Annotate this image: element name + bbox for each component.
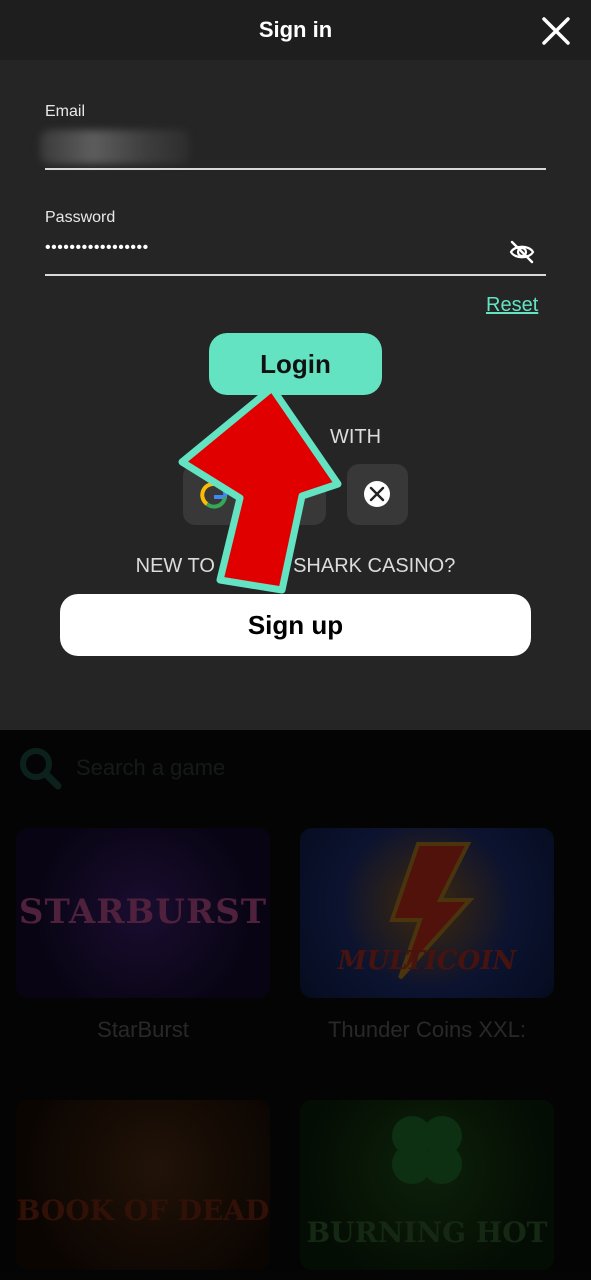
close-icon (542, 17, 570, 45)
email-field[interactable] (40, 130, 190, 164)
game-art-label: BURNING HOT (306, 1216, 548, 1249)
game-card-thunder-coins[interactable]: MULTICOIN (300, 828, 554, 998)
password-underline (45, 274, 546, 276)
x-login-button[interactable] (347, 464, 408, 525)
google-icon (200, 482, 228, 509)
sign-in-modal: Sign in Email Password •••••••••••••••••… (0, 0, 591, 730)
x-logo-icon (364, 481, 390, 507)
game-title: Thunder Coins XXL: (327, 1017, 527, 1042)
close-button[interactable] (537, 12, 575, 50)
game-title: StarBurst (97, 1017, 189, 1042)
password-label: Password (45, 209, 116, 226)
reset-password-link[interactable]: Reset (486, 294, 538, 317)
game-card-book-of-dead[interactable]: BOOK OF DEAD (16, 1100, 270, 1270)
game-art-label: BOOK OF DEAD (16, 1194, 270, 1227)
game-card-starburst[interactable]: STARBURST (16, 828, 270, 998)
new-to-casino-text: NEW TO A AL SHARK CASINO? (135, 555, 456, 577)
email-underline (45, 168, 546, 170)
email-label: Email (45, 103, 86, 120)
modal-title: Sign in (258, 17, 333, 42)
login-button[interactable]: Login (209, 333, 382, 395)
google-login-button[interactable] (183, 464, 326, 525)
eye-off-icon (509, 240, 535, 264)
game-art-label: STARBURST (18, 892, 268, 932)
toggle-password-visibility[interactable] (508, 238, 536, 266)
or-with-text: WITH (329, 426, 382, 448)
search-placeholder: Search a game (76, 755, 226, 780)
sign-up-button[interactable]: Sign up (60, 594, 531, 656)
game-card-burning-hot[interactable]: BURNING HOT (300, 1100, 554, 1270)
social-login-caption: WITH (0, 426, 591, 449)
game-search-bar[interactable]: Search a game (18, 746, 578, 790)
search-icon (20, 748, 62, 790)
game-art-label: MULTICOIN (337, 946, 517, 976)
password-field[interactable]: ••••••••••••••••• (45, 239, 149, 257)
